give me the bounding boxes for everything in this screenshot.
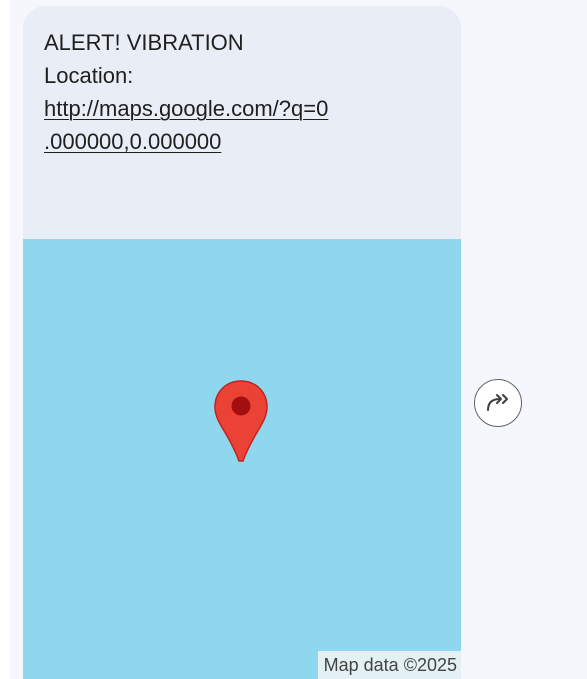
forward-button[interactable]: [474, 379, 522, 427]
maps-link-line-2[interactable]: .000000,0.000000: [44, 125, 444, 158]
message-text: ALERT! VIBRATION Location: http://maps.g…: [44, 26, 444, 158]
message-bubble[interactable]: ALERT! VIBRATION Location: http://maps.g…: [23, 6, 461, 679]
map-pin-icon: [214, 380, 268, 462]
map-preview[interactable]: Map data ©2025: [23, 239, 461, 679]
map-attribution: Map data ©2025: [317, 651, 461, 679]
location-label: Location:: [44, 63, 134, 88]
left-edge: [0, 0, 10, 679]
alert-line: ALERT! VIBRATION: [44, 30, 244, 55]
maps-link-line-1[interactable]: http://maps.google.com/?q=0: [44, 92, 444, 125]
forward-icon: [487, 394, 508, 411]
